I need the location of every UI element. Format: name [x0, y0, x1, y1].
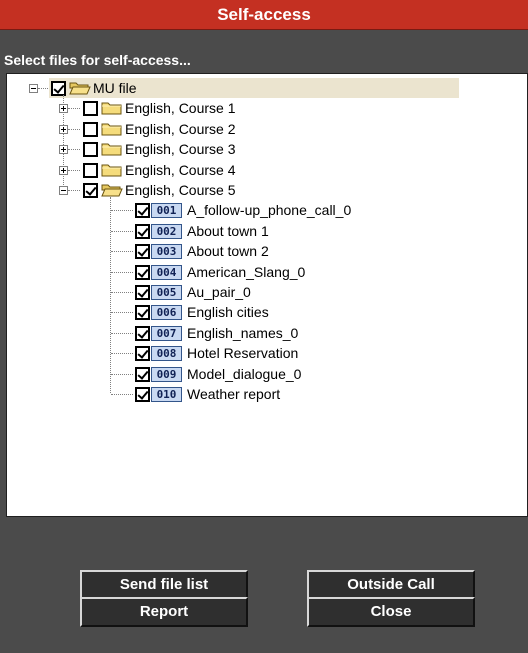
course-checkbox[interactable]	[83, 121, 98, 137]
tree-connector-line	[68, 128, 80, 130]
tree-item-course[interactable]: English, Course 5	[125, 181, 236, 199]
file-number-badge: 006	[151, 305, 182, 321]
tree-connector-line	[111, 394, 133, 395]
file-number-badge: 008	[151, 346, 182, 362]
folder-open-icon	[101, 183, 123, 197]
tree-item-file[interactable]: Au_pair_0	[187, 283, 251, 301]
file-checkbox[interactable]	[135, 244, 150, 260]
file-checkbox[interactable]	[135, 366, 150, 382]
expand-icon[interactable]	[59, 145, 68, 155]
tree-item-file[interactable]: American_Slang_0	[187, 263, 305, 281]
file-checkbox[interactable]	[135, 305, 150, 321]
tree-connector-line	[111, 271, 133, 273]
file-checkbox[interactable]	[135, 223, 150, 239]
tree-item-file[interactable]: English cities	[187, 303, 269, 321]
collapse-icon[interactable]	[59, 186, 68, 195]
file-checkbox[interactable]	[135, 203, 150, 219]
tree-connector-line	[68, 169, 80, 171]
file-checkbox[interactable]	[135, 346, 150, 362]
file-number-badge: 004	[151, 264, 182, 280]
tree-connector-line	[111, 353, 133, 355]
tree-item-course[interactable]: English, Course 4	[125, 161, 236, 179]
tree-item-file[interactable]: English_names_0	[187, 324, 298, 342]
tree-item-file[interactable]: About town 1	[187, 222, 269, 240]
folder-icon	[101, 142, 123, 156]
expand-icon[interactable]	[59, 165, 68, 175]
folder-open-icon	[69, 81, 91, 95]
tree-connector-line	[111, 210, 133, 212]
tree-connector-line	[110, 197, 111, 393]
expand-icon[interactable]	[59, 104, 68, 114]
tree-item-file[interactable]: Model_dialogue_0	[187, 365, 301, 383]
file-checkbox[interactable]	[135, 264, 150, 280]
file-number-badge: 003	[151, 244, 182, 260]
root-checkbox[interactable]	[51, 81, 66, 96]
file-number-badge: 001	[151, 203, 182, 219]
tree-connector-line	[111, 312, 133, 314]
tree-connector-line	[68, 190, 80, 191]
course-checkbox[interactable]	[83, 183, 98, 198]
tree-item-course[interactable]: English, Course 3	[125, 140, 236, 158]
file-number-badge: 002	[151, 223, 182, 239]
tree-connector-line	[68, 149, 80, 151]
course-checkbox[interactable]	[83, 101, 98, 117]
tree-connector-line	[111, 373, 133, 375]
file-number-badge: 010	[151, 387, 182, 402]
tree-item-file[interactable]: Weather report	[187, 385, 280, 403]
tree-root-label[interactable]: MU file	[93, 79, 137, 97]
collapse-icon[interactable]	[29, 84, 38, 93]
course-checkbox[interactable]	[83, 162, 98, 178]
file-checkbox[interactable]	[135, 387, 150, 402]
outside-call-button[interactable]: Outside Call	[307, 570, 475, 600]
file-number-badge: 005	[151, 285, 182, 300]
file-checkbox[interactable]	[135, 285, 150, 300]
expand-icon[interactable]	[59, 124, 68, 134]
self-access-window: Self-access Select files for self-access…	[0, 0, 528, 653]
tree-item-file[interactable]: About town 2	[187, 242, 269, 260]
course-checkbox[interactable]	[83, 142, 98, 158]
folder-icon	[101, 101, 123, 115]
tree-item-course[interactable]: English, Course 1	[125, 99, 236, 117]
tree-connector-line	[111, 292, 133, 293]
tree-item-file[interactable]: Hotel Reservation	[187, 344, 298, 362]
window-title: Self-access	[0, 0, 528, 30]
folder-icon	[101, 122, 123, 136]
tree-item-file[interactable]: A_follow-up_phone_call_0	[187, 201, 351, 219]
report-button[interactable]: Report	[80, 597, 248, 627]
send-file-list-button[interactable]: Send file list	[80, 570, 248, 600]
tree-connector-line	[111, 230, 133, 232]
tree-connector-line	[111, 251, 133, 253]
folder-icon	[101, 163, 123, 177]
file-checkbox[interactable]	[135, 325, 150, 341]
tree-item-course[interactable]: English, Course 2	[125, 120, 236, 138]
file-number-badge: 009	[151, 366, 182, 382]
tree-connector-line	[111, 332, 133, 334]
file-number-badge: 007	[151, 325, 182, 341]
file-tree-panel[interactable]: MU file English, Course 1 English, Course …	[6, 73, 528, 517]
tree-connector-line	[68, 108, 80, 110]
tree-connector-line	[38, 88, 48, 89]
close-button[interactable]: Close	[307, 597, 475, 627]
subtitle-label: Select files for self-access...	[4, 52, 191, 68]
